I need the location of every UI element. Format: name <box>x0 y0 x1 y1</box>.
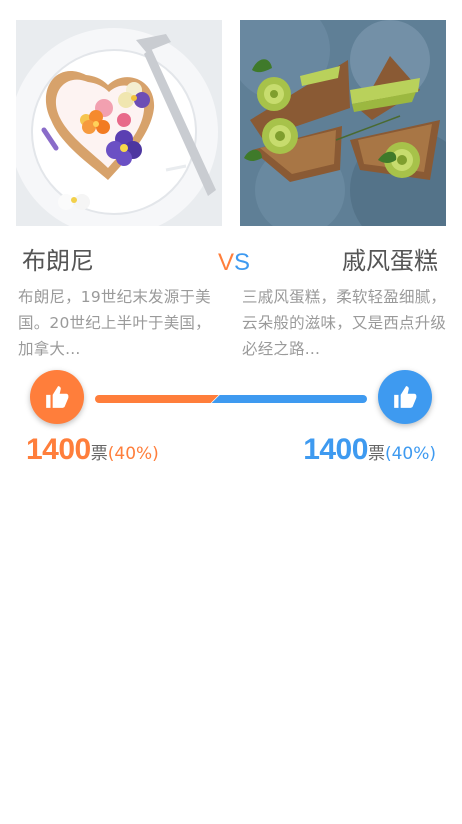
right-vote-count: 1400票(40%) <box>303 432 436 472</box>
thumbs-up-icon <box>394 386 417 408</box>
right-vote-number: 1400 <box>303 433 368 466</box>
left-option-title: 布朗尼 <box>22 247 94 275</box>
left-vote-count: 1400票(40%) <box>26 432 159 472</box>
left-vote-percent: (40%) <box>107 444 159 464</box>
versus-s: S <box>234 249 251 276</box>
thumbs-up-icon <box>46 386 69 408</box>
right-vote-unit: 票 <box>367 444 385 464</box>
vote-ratio-bar <box>95 395 367 403</box>
right-option-image[interactable] <box>240 20 446 226</box>
left-option-description: 布朗尼，19世纪末发源于美国。20世纪上半叶于美国，加拿大... <box>18 288 211 358</box>
left-vote-number: 1400 <box>26 433 91 466</box>
vote-left-button[interactable] <box>30 370 84 424</box>
right-option-description: 三戚风蛋糕，柔软轻盈细腻，云朵般的滋味，又是西点升级必经之路... <box>242 288 447 358</box>
right-vote-percent: (40%) <box>384 444 436 464</box>
versus-v: V <box>218 249 235 276</box>
right-option-title: 戚风蛋糕 <box>342 247 438 275</box>
vote-right-button[interactable] <box>378 370 432 424</box>
left-vote-unit: 票 <box>90 444 108 464</box>
left-option-image[interactable] <box>16 20 222 226</box>
vote-bar-right-segment <box>211 395 367 403</box>
vote-bar-left-segment <box>95 395 219 403</box>
versus-label: VS <box>218 247 250 279</box>
